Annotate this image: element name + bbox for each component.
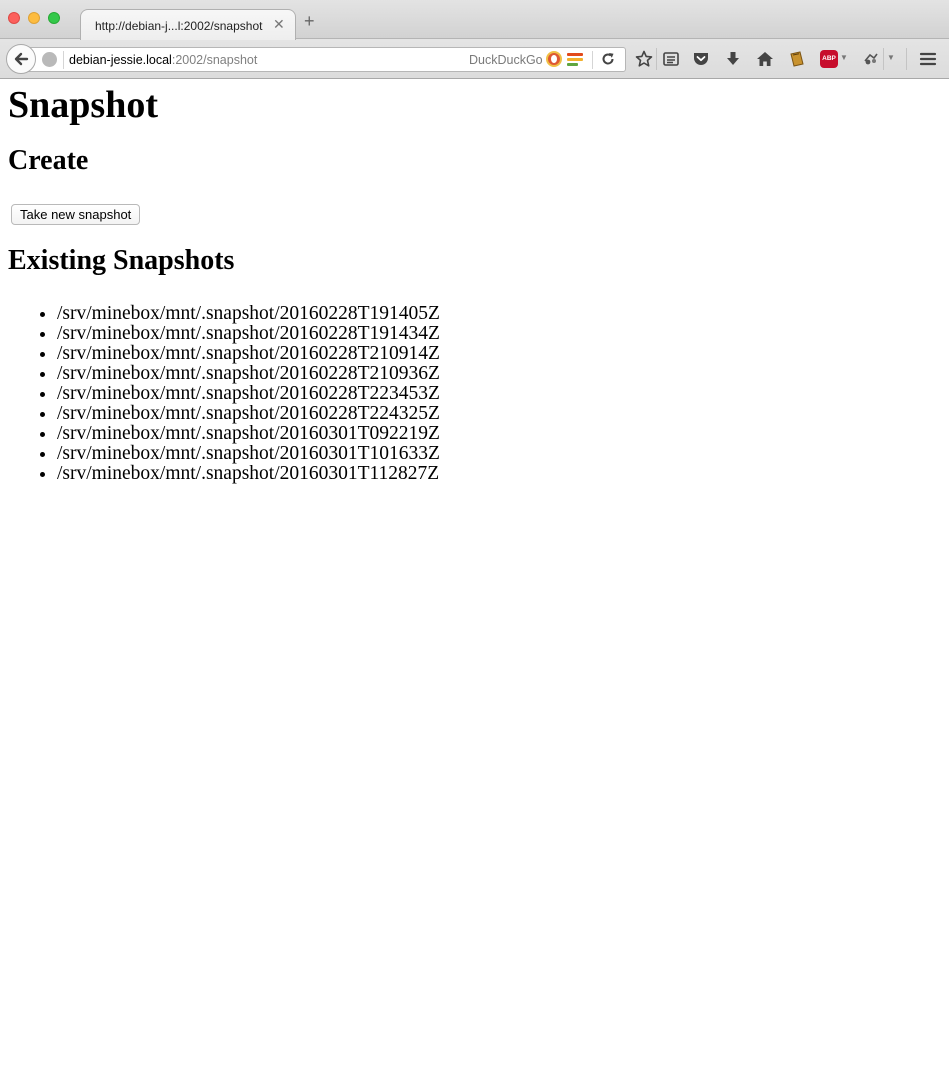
snapshot-list-item: /srv/minebox/mnt/.snapshot/20160228T2109…	[57, 364, 941, 384]
reload-icon[interactable]	[601, 52, 615, 71]
url-bar[interactable]: debian-jessie.local:2002/snapshot DuckDu…	[28, 47, 626, 72]
adblock-dropdown-caret[interactable]: ▼	[840, 53, 848, 62]
snapshot-list-item: /srv/minebox/mnt/.snapshot/20160301T1128…	[57, 464, 941, 484]
toolbar-separator-3	[906, 48, 907, 70]
window-minimize-button[interactable]	[28, 12, 40, 24]
existing-snapshots-heading: Existing Snapshots	[8, 245, 235, 276]
url-path: :2002/snapshot	[171, 53, 258, 67]
snapshot-list-item: /srv/minebox/mnt/.snapshot/20160301T0922…	[57, 424, 941, 444]
tab-strip: http://debian-j...l:2002/snapshot ✕ +	[0, 0, 949, 40]
url-separator	[63, 51, 64, 69]
tab-snapshot[interactable]: http://debian-j...l:2002/snapshot ✕	[80, 9, 296, 40]
url-host: debian-jessie.local	[69, 53, 172, 67]
duckduckgo-icon[interactable]	[546, 51, 562, 67]
menu-icon[interactable]	[919, 50, 937, 68]
pocket-icon[interactable]	[692, 50, 710, 68]
snapshot-list-item: /srv/minebox/mnt/.snapshot/20160228T2109…	[57, 344, 941, 364]
download-icon[interactable]	[724, 50, 742, 68]
snapshot-list-item: /srv/minebox/mnt/.snapshot/20160228T2234…	[57, 384, 941, 404]
browser-chrome: http://debian-j...l:2002/snapshot ✕ + de…	[0, 0, 949, 79]
back-button[interactable]	[6, 44, 36, 74]
snapshot-list-item: /srv/minebox/mnt/.snapshot/20160301T1016…	[57, 444, 941, 464]
extension-dropdown-caret[interactable]: ▼	[887, 53, 895, 62]
toolbar-separator	[656, 48, 657, 70]
page-title: Snapshot	[8, 84, 158, 126]
url-text[interactable]: debian-jessie.local:2002/snapshot	[69, 53, 257, 67]
window-maximize-button[interactable]	[48, 12, 60, 24]
snapshot-list: /srv/minebox/mnt/.snapshot/20160228T1914…	[8, 304, 941, 484]
home-icon[interactable]	[756, 50, 774, 68]
bookmark-star-icon[interactable]	[635, 50, 653, 68]
snapshot-list-item: /srv/minebox/mnt/.snapshot/20160228T2243…	[57, 404, 941, 424]
search-engine-label[interactable]: DuckDuckGo	[469, 53, 543, 67]
globe-icon[interactable]	[42, 52, 57, 67]
site-rating-icon[interactable]	[567, 53, 583, 67]
toolbar-separator-2	[883, 48, 884, 70]
take-new-snapshot-button[interactable]: Take new snapshot	[11, 204, 141, 225]
extension-icon[interactable]	[862, 50, 880, 68]
window-close-button[interactable]	[8, 12, 20, 24]
snapshot-list-item: /srv/minebox/mnt/.snapshot/20160228T1914…	[57, 324, 941, 344]
adblock-plus-icon[interactable]: ABP	[820, 50, 838, 68]
page-content: Snapshot Create Take new snapshot Existi…	[0, 79, 949, 1090]
new-tab-button[interactable]: +	[304, 12, 315, 30]
snapshot-list-item: /srv/minebox/mnt/.snapshot/20160228T1914…	[57, 304, 941, 324]
bookmarklet-icon[interactable]	[788, 50, 806, 68]
tab-close-icon[interactable]: ✕	[273, 16, 285, 33]
create-heading: Create	[8, 145, 89, 176]
back-arrow-icon	[14, 52, 29, 66]
tab-title: http://debian-j...l:2002/snapshot	[95, 19, 263, 33]
url-separator-2	[592, 51, 593, 69]
reading-list-icon[interactable]	[662, 50, 680, 68]
navigation-toolbar: debian-jessie.local:2002/snapshot DuckDu…	[0, 40, 949, 78]
